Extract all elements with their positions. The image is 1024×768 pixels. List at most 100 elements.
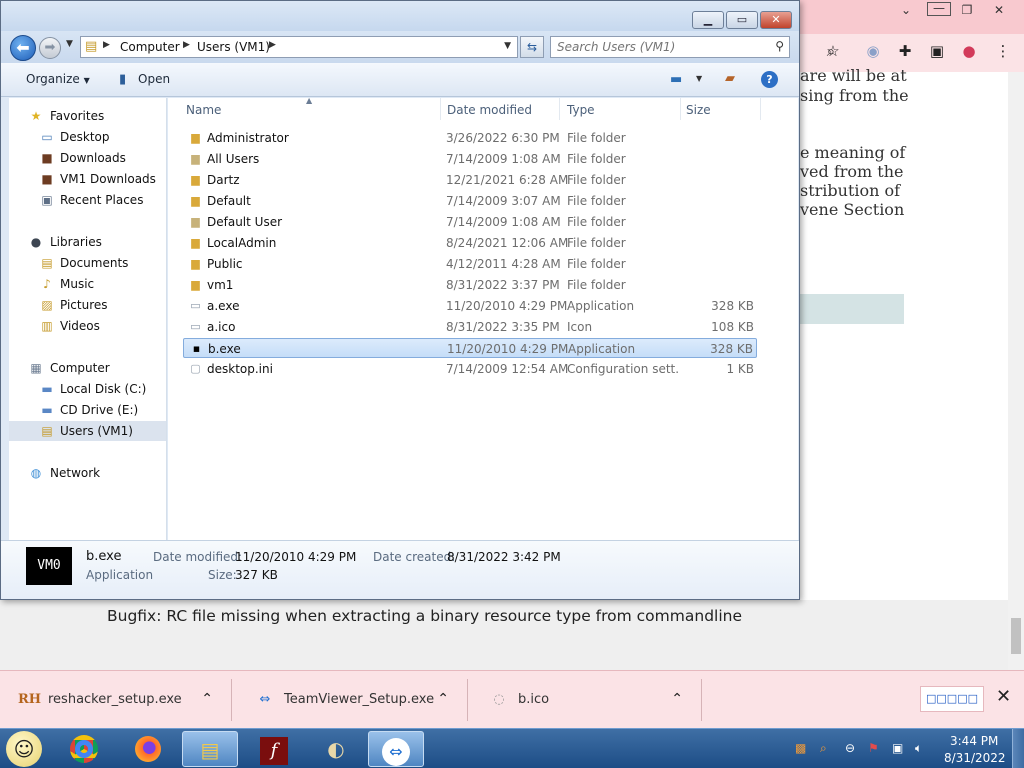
chrome-taskbar-icon[interactable] <box>56 731 112 767</box>
nav-libraries[interactable]: ● Libraries <box>9 232 166 252</box>
close-icon[interactable]: ✕ <box>985 2 1013 18</box>
start-button[interactable]: ☺ <box>6 731 42 767</box>
folder-icon: ▆ <box>191 152 200 165</box>
file-row[interactable]: ▆ Administrator 3/26/2022 6:30 PM File fold… <box>183 128 757 148</box>
browser-menu-icon[interactable]: ⋮ <box>992 40 1014 62</box>
nav-music[interactable]: ♪ Music <box>9 274 166 294</box>
nav-pictures[interactable]: ▨ Pictures <box>9 295 166 315</box>
clock-time[interactable]: 3:44 PM <box>950 734 998 748</box>
forward-button[interactable]: ➡ <box>39 37 61 59</box>
breadcrumb-arrow-icon[interactable]: ▶ <box>269 40 276 50</box>
close-download-bar-icon[interactable]: ✕ <box>996 686 1011 707</box>
tray-minus-icon[interactable]: ⊖ <box>845 741 855 755</box>
file-row[interactable]: ▪ b.exe 11/20/2010 4:29 PM Application 328 K… <box>183 338 757 358</box>
search-icon[interactable]: ⚲ <box>775 39 784 53</box>
nav-label: Computer <box>50 361 110 375</box>
address-bar[interactable]: ▤ ▶ Computer ▶ Users (VM1) ▶ ▼ <box>80 36 518 58</box>
bookmark-star-icon[interactable]: ☆ <box>822 40 844 62</box>
search-input[interactable] <box>557 39 763 55</box>
nav-downloads[interactable]: ■ Downloads <box>9 148 166 168</box>
file-row[interactable]: ▢ desktop.ini 7/14/2009 12:54 AM Configurat… <box>183 359 757 379</box>
documents-icon: ▤ <box>41 256 53 270</box>
tray-search-icon[interactable]: ⌕ <box>820 741 827 756</box>
breadcrumb-computer[interactable]: Computer <box>120 40 180 54</box>
breadcrumb-arrow-icon[interactable]: ▶ <box>103 40 110 50</box>
page-scrollbar[interactable] <box>1008 72 1024 670</box>
explorer-titlebar[interactable]: ▁ ▭ ✕ <box>1 1 799 31</box>
help-icon[interactable]: ? <box>761 71 778 88</box>
breadcrumb-users[interactable]: Users (VM1) <box>197 40 270 54</box>
maximize-button[interactable]: ▭ <box>726 11 758 29</box>
file-row[interactable]: ▆ Default 7/14/2009 3:07 AM File folder <box>183 191 757 211</box>
organize-button[interactable]: Organize ▼ <box>26 72 90 86</box>
profile-avatar-icon[interactable]: ● <box>958 40 980 62</box>
nav-users-vm1[interactable]: ▤ Users (VM1) <box>9 421 166 441</box>
view-options-icon[interactable]: ▬ <box>670 72 682 87</box>
nav-local-disk[interactable]: ▬ Local Disk (C:) <box>9 379 166 399</box>
nav-network[interactable]: ◍ Network <box>9 463 166 483</box>
restore-icon[interactable]: ❐ <box>953 2 981 18</box>
tray-volume-icon[interactable]: 🔈︎ <box>915 741 922 756</box>
firefox-taskbar-icon[interactable] <box>120 731 176 767</box>
address-dropdown-icon[interactable]: ▼ <box>504 41 511 51</box>
chevron-up-icon[interactable]: ⌃ <box>671 691 683 707</box>
nav-desktop[interactable]: ▭ Desktop <box>9 127 166 147</box>
clock-date[interactable]: 8/31/2022 <box>944 751 1006 765</box>
view-chevron-down-icon[interactable]: ▼ <box>696 74 702 83</box>
file-row[interactable]: ▭ a.exe 11/20/2010 4:29 PM Application 328 K… <box>183 296 757 316</box>
close-button[interactable]: ✕ <box>760 11 792 29</box>
nav-computer[interactable]: ▦ Computer <box>9 358 166 378</box>
column-separator[interactable] <box>680 98 681 120</box>
paint-taskbar-icon[interactable]: ◐ <box>308 731 364 767</box>
tray-app-icon[interactable]: ▩ <box>795 741 806 755</box>
flash-taskbar-icon[interactable]: f <box>246 731 302 767</box>
extensions-puzzle-icon[interactable]: ✚ <box>894 40 916 62</box>
tray-flag-icon[interactable]: ⚑ <box>868 741 879 755</box>
file-list-pane: ▲ Name Date modified Type Size ▆ Administ… <box>168 96 798 540</box>
download-item[interactable]: ◌ b.ico ⌃ <box>470 679 702 721</box>
download-item[interactable]: RH reshacker_setup.exe ⌃ <box>0 679 232 721</box>
breadcrumb-arrow-icon[interactable]: ▶ <box>183 40 190 50</box>
open-button[interactable]: Open <box>138 72 170 86</box>
recent-pages-chevron-icon[interactable]: ▼ <box>66 39 73 49</box>
extension-colorful-icon[interactable]: ◉ <box>862 40 884 62</box>
chevron-up-icon[interactable]: ⌃ <box>201 691 213 707</box>
back-button[interactable]: ⬅ <box>10 35 36 61</box>
nav-favorites[interactable]: ★ Favorites <box>9 106 166 126</box>
column-separator[interactable] <box>440 98 441 120</box>
minimize-button[interactable]: ▁ <box>692 11 724 29</box>
column-header-name[interactable]: Name <box>186 103 221 117</box>
show-desktop-button[interactable] <box>1012 729 1024 768</box>
minimize-icon[interactable]: — <box>927 2 951 16</box>
scrollbar-thumb[interactable] <box>1011 618 1021 654</box>
column-separator[interactable] <box>760 98 761 120</box>
nav-cd-drive[interactable]: ▬ CD Drive (E:) <box>9 400 166 420</box>
download-item[interactable]: ⇔ TeamViewer_Setup.exe ⌃ <box>236 679 468 721</box>
tray-network-icon[interactable]: ▣ <box>892 741 903 755</box>
search-box[interactable]: ⚲ <box>550 36 790 58</box>
refresh-button[interactable]: ⇆ <box>520 36 544 58</box>
tab-list-chevron-icon[interactable]: ⌄ <box>892 2 920 18</box>
nav-recent-places[interactable]: ▣ Recent Places <box>9 190 166 210</box>
file-row[interactable]: ▆ All Users 7/14/2009 1:08 AM File folder <box>183 149 757 169</box>
column-header-date[interactable]: Date modified <box>447 103 532 117</box>
column-separator[interactable] <box>559 98 560 120</box>
preview-pane-icon[interactable]: ▰ <box>725 71 735 86</box>
nav-vm1-downloads[interactable]: ■ VM1 Downloads <box>9 169 166 189</box>
file-row[interactable]: ▆ vm1 8/31/2022 3:37 PM File folder <box>183 275 757 295</box>
file-row[interactable]: ▆ Default User 7/14/2009 1:08 AM File folde… <box>183 212 757 232</box>
file-date-modified: 11/20/2010 4:29 PM <box>446 299 568 313</box>
column-header-type[interactable]: Type <box>567 103 595 117</box>
teamviewer-taskbar-icon[interactable]: ⇔ <box>368 731 424 767</box>
file-row[interactable]: ▭ a.ico 8/31/2022 3:35 PM Icon 108 KB <box>183 317 757 337</box>
file-row[interactable]: ▆ Dartz 12/21/2021 6:28 AM File folder <box>183 170 757 190</box>
column-header-size[interactable]: Size <box>686 103 711 117</box>
side-panel-icon[interactable]: ▣ <box>926 40 948 62</box>
nav-videos[interactable]: ▥ Videos <box>9 316 166 336</box>
file-row[interactable]: ▆ Public 4/12/2011 4:28 AM File folder <box>183 254 757 274</box>
nav-documents[interactable]: ▤ Documents <box>9 253 166 273</box>
explorer-taskbar-icon[interactable]: ▤ <box>182 731 238 767</box>
show-all-downloads-button[interactable]: □□□□□ <box>920 686 984 712</box>
file-row[interactable]: ▆ LocalAdmin 8/24/2021 12:06 AM File folder <box>183 233 757 253</box>
chevron-up-icon[interactable]: ⌃ <box>437 691 449 707</box>
